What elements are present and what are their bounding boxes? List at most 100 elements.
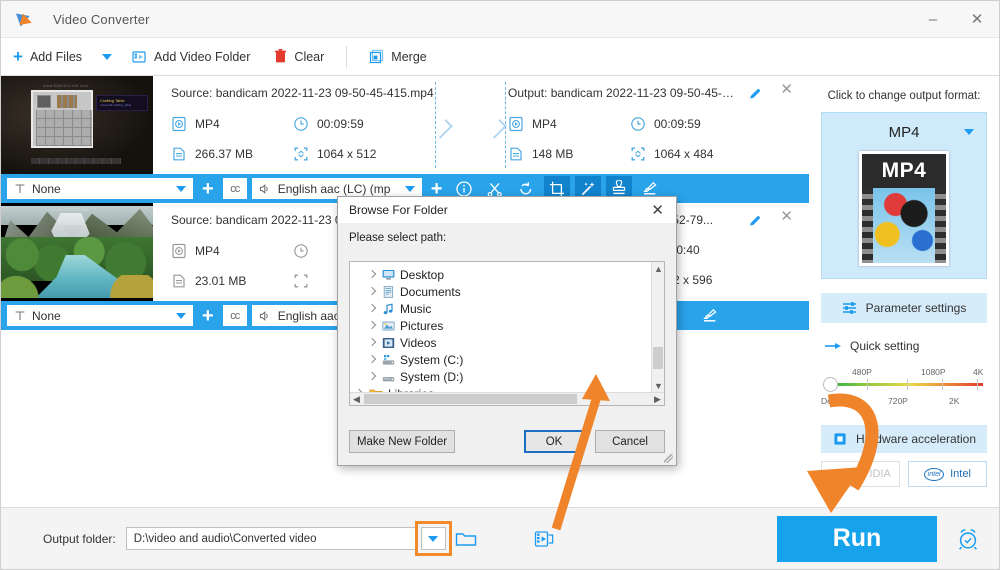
pictures-icon [382, 321, 395, 330]
tree-item-music[interactable]: Music [350, 300, 651, 317]
ok-button[interactable]: OK [524, 430, 584, 453]
tree-label: System (C:) [400, 352, 464, 367]
quick-setting-icon [825, 343, 841, 349]
scroll-down-icon[interactable]: ▼ [652, 379, 664, 392]
output-size: 148 MB [508, 146, 573, 162]
tree-label: Documents [400, 284, 461, 299]
tree-item-desktop[interactable]: Desktop [350, 266, 651, 283]
chevron-right-icon[interactable] [368, 321, 377, 330]
rename-output-button[interactable] [748, 213, 763, 231]
nvidia-option[interactable]: NVIDIA [821, 461, 900, 487]
chevron-down-icon[interactable] [964, 129, 974, 135]
subtitle-select[interactable]: None [7, 178, 193, 199]
schedule-button[interactable] [937, 516, 999, 562]
add-files-button[interactable]: + Add Files [1, 38, 94, 75]
open-converted-list-button[interactable] [524, 520, 564, 558]
resize-grip[interactable] [664, 454, 673, 463]
source-resolution [293, 273, 317, 289]
tree-item-documents[interactable]: Documents [350, 283, 651, 300]
tree-vertical-scrollbar[interactable]: ▲ ▼ [651, 262, 664, 392]
subtitle-value: None [32, 308, 61, 323]
chevron-right-icon[interactable] [368, 372, 377, 381]
source-size: 23.01 MB [171, 273, 246, 289]
cancel-button[interactable]: Cancel [595, 430, 665, 453]
highlight-ring [414, 521, 452, 556]
video-file-icon [509, 116, 523, 132]
subtitle-select[interactable]: None [7, 305, 193, 326]
chevron-down-icon [102, 53, 113, 60]
clear-button[interactable]: Clear [262, 38, 336, 75]
closed-caption-button[interactable]: cc [222, 305, 247, 326]
toolbar-divider [346, 45, 348, 68]
nvidia-icon [830, 470, 847, 478]
tree-item-videos[interactable]: Videos [350, 334, 651, 351]
add-subtitle-button[interactable]: + [198, 306, 218, 326]
resolution-icon [294, 147, 308, 161]
output-folder-dropdown-button[interactable] [414, 521, 452, 556]
add-files-dropdown-button[interactable] [94, 38, 120, 75]
slider-knob[interactable] [823, 377, 838, 392]
scroll-up-icon[interactable]: ▲ [652, 262, 664, 275]
source-format-label: MP4 [195, 117, 220, 131]
source-filename: Source: bandicam 2022-11-23 09-50-45-415… [171, 86, 434, 100]
minimize-button[interactable]: – [911, 1, 955, 37]
tree-item-libraries[interactable]: Libraries [350, 385, 651, 392]
stamp-icon [613, 179, 626, 194]
output-format-panel: Click to change output format: MP4 MP4 P… [809, 76, 999, 507]
scrollbar-thumb[interactable] [653, 347, 663, 369]
closed-caption-button[interactable]: cc [222, 178, 247, 199]
scrollbar-thumb[interactable] [364, 394, 577, 404]
quality-slider[interactable]: 480P 1080P 4K Default 720P 2K [821, 365, 987, 411]
make-new-folder-button[interactable]: Make New Folder [349, 430, 455, 453]
intel-option[interactable]: intel Intel [908, 461, 987, 487]
slider-label-480p: 480P [852, 367, 872, 377]
video-file-icon [172, 243, 186, 259]
intel-badge-icon: intel [924, 467, 945, 481]
magic-wand-icon [582, 181, 595, 195]
scroll-left-icon[interactable]: ◀ [350, 393, 363, 405]
slider-label-720p: 720P [888, 396, 908, 406]
output-format: MP4 [508, 116, 557, 132]
chevron-right-icon[interactable] [368, 270, 377, 279]
output-size-label: 148 MB [532, 147, 574, 161]
title-bar: Video Converter – ✕ [1, 1, 999, 38]
chevron-right-icon[interactable] [368, 304, 377, 313]
tree-horizontal-scrollbar[interactable]: ◀ ▶ [350, 392, 664, 405]
remove-file-button[interactable]: ✕ [780, 209, 793, 224]
rename-output-button[interactable] [748, 86, 763, 104]
main-toolbar: + Add Files Add Video Folder Clear Merge [1, 38, 999, 76]
rotate-icon [520, 181, 532, 194]
run-button[interactable]: Run [777, 515, 937, 562]
add-video-folder-button[interactable]: Add Video Folder [120, 38, 262, 75]
close-button[interactable]: ✕ [955, 1, 999, 37]
hardware-acceleration-button[interactable]: Hardware acceleration [821, 425, 987, 453]
chevron-right-icon[interactable] [368, 287, 377, 296]
source-size-label: 23.01 MB [195, 274, 247, 288]
file-row[interactable]: www.BANDICAM.com Crafting Table minecraft… [1, 76, 809, 174]
chevron-right-icon[interactable] [368, 338, 377, 347]
plus-icon: + [13, 47, 23, 66]
parameter-settings-label: Parameter settings [865, 301, 967, 315]
chevron-right-icon[interactable] [368, 355, 377, 364]
file-size-icon [510, 147, 522, 161]
dialog-close-button[interactable]: ✕ [647, 201, 668, 219]
tree-item-system-d[interactable]: System (D:) [350, 368, 651, 385]
output-folder-input[interactable]: D:\video and audio\Converted video [125, 527, 418, 550]
dialog-prompt: Please select path: [349, 232, 447, 244]
cc-label: cc [230, 182, 240, 195]
tree-item-system-c[interactable]: System (C:) [350, 351, 651, 368]
remove-file-button[interactable]: ✕ [780, 82, 793, 97]
open-folder-button[interactable] [446, 520, 486, 558]
tree-item-pictures[interactable]: Pictures [350, 317, 651, 334]
parameter-settings-button[interactable]: Parameter settings [821, 293, 987, 323]
tree-label: Music [400, 301, 432, 316]
add-subtitle-button[interactable]: + [198, 179, 218, 199]
output-format-card[interactable]: MP4 MP4 [821, 112, 987, 279]
chip-icon [834, 433, 846, 445]
merge-button[interactable]: Merge [357, 38, 438, 75]
folder-tree[interactable]: Desktop Documents Music Pictures Videos … [349, 261, 665, 406]
scroll-right-icon[interactable]: ▶ [651, 393, 664, 405]
bottom-bar: Output folder: D:\video and audio\Conver… [1, 507, 999, 569]
edit-button[interactable] [697, 303, 723, 329]
app-logo-icon [15, 8, 39, 30]
